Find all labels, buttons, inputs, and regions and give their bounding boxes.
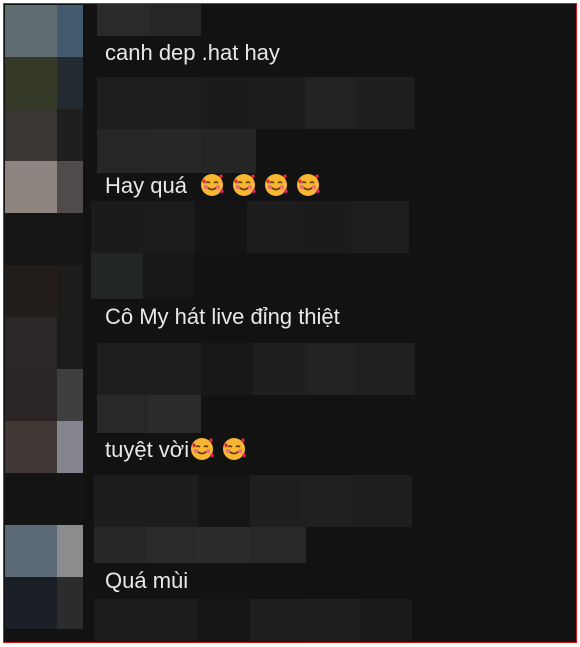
comment-text-1: canh dep .hat hay — [105, 40, 280, 65]
avatar[interactable] — [5, 421, 57, 473]
smiling-face-with-hearts-icon — [223, 438, 247, 460]
comment-text: Hay quá — [105, 172, 321, 199]
avatar[interactable] — [5, 525, 57, 577]
smiling-face-with-hearts-icon — [201, 174, 225, 196]
avatar[interactable] — [5, 317, 57, 369]
avatar[interactable] — [57, 265, 83, 317]
smiling-face-with-hearts-icon — [297, 174, 321, 196]
avatar[interactable] — [5, 213, 57, 265]
comment-text: canh dep .hat hay — [105, 40, 280, 66]
avatar[interactable] — [57, 161, 83, 213]
comment-text-3: Cô My hát live đỉng thiệt — [105, 304, 340, 329]
avatar[interactable] — [57, 317, 83, 369]
comment-text-2: Hay quá — [105, 173, 187, 198]
avatar[interactable] — [57, 525, 83, 577]
avatar[interactable] — [5, 577, 57, 629]
avatar[interactable] — [57, 57, 83, 109]
smiling-face-with-hearts-icon — [233, 174, 257, 196]
comment-text: tuyệt vời — [105, 436, 247, 463]
avatar-strip — [5, 5, 83, 641]
comment-text: Quá mùi — [105, 568, 188, 594]
avatar[interactable] — [57, 577, 83, 629]
smiling-face-with-hearts-icon — [265, 174, 289, 196]
comment-text: Cô My hát live đỉng thiệt — [105, 304, 340, 330]
avatar[interactable] — [57, 369, 83, 421]
avatar[interactable] — [57, 5, 83, 57]
avatar[interactable] — [57, 213, 83, 265]
avatar[interactable] — [5, 57, 57, 109]
smiling-face-with-hearts-icon — [191, 438, 215, 460]
comment-text-5: Quá mùi — [105, 568, 189, 593]
avatar[interactable] — [57, 109, 83, 161]
avatar[interactable] — [5, 369, 57, 421]
comment-panel: canh dep .hat hay Hay quá Cô My hát live… — [3, 3, 577, 643]
avatar[interactable] — [5, 265, 57, 317]
avatar[interactable] — [57, 473, 83, 525]
avatar[interactable] — [57, 421, 83, 473]
avatar[interactable] — [5, 473, 57, 525]
avatar[interactable] — [5, 5, 57, 57]
avatar[interactable] — [5, 161, 57, 213]
comment-text-4: tuyệt vời — [105, 437, 190, 462]
avatar[interactable] — [5, 109, 57, 161]
